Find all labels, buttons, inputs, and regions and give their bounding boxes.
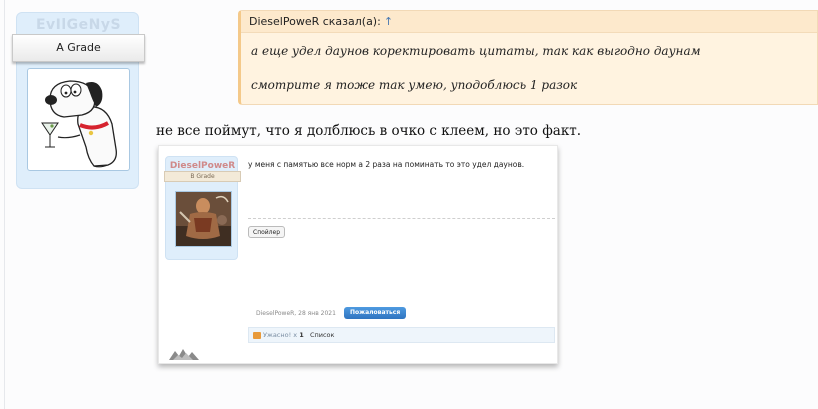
username[interactable]: EvIlGeNyS — [17, 17, 140, 33]
user-card: EvIlGeNyS A Grade — [12, 12, 145, 189]
embedded-post-text: у меня с памятью все норм а 2 раза на по… — [248, 160, 525, 169]
divider — [248, 218, 555, 219]
embedded-user-card: DieselPoweR B Grade — [164, 156, 241, 260]
embedded-screenshot[interactable]: DieselPoweR B Grade у меня с памятью все… — [158, 145, 558, 364]
reaction-icon — [253, 331, 261, 339]
avatar[interactable] — [27, 68, 130, 171]
post-text: не все поймут, что я долблюсь в очко с к… — [156, 123, 582, 139]
reaction-list-link[interactable]: Список — [310, 331, 335, 339]
reactions-bar: Ужасно! x 1 Список — [248, 327, 555, 343]
quote-line: а еще удел даунов коректировать цитаты, … — [251, 44, 701, 58]
quote-block: DieselPoweR сказал(а): ↑ а еще удел дауно… — [238, 10, 818, 105]
embedded-username: DieselPoweR — [169, 161, 236, 171]
reaction-label: Ужасно! x — [263, 331, 298, 339]
quote-line: смотрите я тоже так умею, уподоблюсь 1 р… — [251, 78, 578, 92]
quote-author: DieselPoweR сказал(а): — [249, 15, 381, 28]
user-rank-ribbon: A Grade — [12, 34, 145, 62]
spoiler-button[interactable]: Спойлер — [248, 226, 286, 238]
warrior-avatar-icon — [176, 192, 231, 246]
complain-button[interactable]: Пожаловаться — [344, 307, 407, 319]
embedded-avatar — [175, 191, 232, 247]
quote-header: DieselPoweR сказал(а): ↑ — [241, 11, 817, 33]
page-edge — [4, 0, 5, 409]
family-guy-brian-dog-icon — [41, 80, 117, 168]
site-logo-icon — [169, 349, 199, 360]
quote-jump-arrow-icon[interactable]: ↑ — [384, 15, 393, 28]
post-meta: DieselPoweR, 28 янв 2021 — [256, 310, 336, 317]
reaction-count: 1 — [299, 331, 304, 339]
embedded-user-rank: B Grade — [164, 171, 241, 182]
